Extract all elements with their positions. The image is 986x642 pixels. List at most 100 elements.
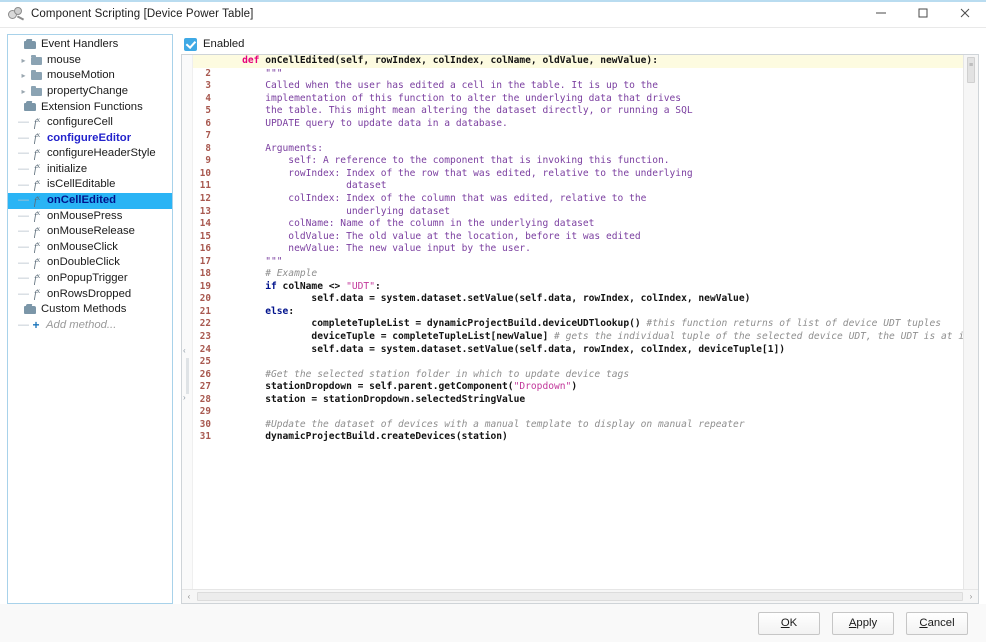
- editor-horizontal-scrollbar-thumb[interactable]: [197, 592, 963, 601]
- tree-item-onmousepress[interactable]: — fx onMousePress: [8, 209, 172, 225]
- code-line-text: [219, 406, 963, 419]
- code-line[interactable]: 14 colName: Name of the column in the un…: [193, 218, 963, 231]
- code-editor-inner: ‹ › def onCellEdited(self, rowIndex, col…: [182, 55, 978, 589]
- tree-item-onmouseclick[interactable]: — fx onMouseClick: [8, 240, 172, 256]
- tree-item-onmouserelease[interactable]: — fx onMouseRelease: [8, 224, 172, 240]
- folder-open-icon: [23, 304, 38, 316]
- code-line[interactable]: 18 # Example: [193, 268, 963, 281]
- script-tree: Event Handlers ▸ mouse ▸ mouseMotion ▸ propert…: [8, 35, 172, 333]
- code-line[interactable]: 15 oldValue: The old value at the locati…: [193, 231, 963, 244]
- scroll-right-icon[interactable]: ›: [964, 592, 978, 601]
- fold-expand-icon[interactable]: ›: [183, 394, 186, 402]
- code-line[interactable]: 3 Called when the user has edited a cell…: [193, 80, 963, 93]
- code-line[interactable]: 9 self: A reference to the component tha…: [193, 155, 963, 168]
- code-line[interactable]: 29: [193, 406, 963, 419]
- code-line[interactable]: 16 newValue: The new value input by the …: [193, 243, 963, 256]
- line-number: 23: [199, 331, 211, 343]
- ok-button[interactable]: OK: [758, 611, 820, 635]
- code-line[interactable]: 2 """: [193, 68, 963, 81]
- chevron-right-icon[interactable]: ▸: [18, 87, 29, 96]
- code-line[interactable]: 22 completeTupleList = dynamicProjectBui…: [193, 318, 963, 331]
- tree-branch-line: —: [18, 209, 29, 222]
- tree-item-onrowsdropped[interactable]: — fx onRowsDropped: [8, 287, 172, 303]
- code-fold-gutter[interactable]: ‹ ›: [182, 55, 193, 589]
- tree-item-extension-functions[interactable]: Extension Functions: [8, 99, 172, 115]
- tree-item-propertychange[interactable]: ▸ propertyChange: [8, 84, 172, 100]
- code-line[interactable]: 25: [193, 356, 963, 369]
- code-line[interactable]: 20 self.data = system.dataset.setValue(s…: [193, 293, 963, 306]
- code-line[interactable]: 6 UPDATE query to update data in a datab…: [193, 118, 963, 131]
- code-line[interactable]: 27 stationDropdown = self.parent.getComp…: [193, 381, 963, 394]
- code-line-text: self: A reference to the component that …: [219, 155, 670, 167]
- code-line[interactable]: 12 colIndex: Index of the column that wa…: [193, 193, 963, 206]
- code-line[interactable]: 24 self.data = system.dataset.setValue(s…: [193, 344, 963, 357]
- tree-item-iscelleditable[interactable]: — fx isCellEditable: [8, 177, 172, 193]
- editor-horizontal-scrollbar[interactable]: ‹ ›: [182, 589, 978, 603]
- tree-item-onpopuptrigger[interactable]: — fx onPopupTrigger: [8, 271, 172, 287]
- code-line[interactable]: 28 station = stationDropdown.selectedStr…: [193, 394, 963, 407]
- code-line[interactable]: def onCellEdited(self, rowIndex, colInde…: [193, 55, 963, 68]
- tree-item-configureheaderstyle[interactable]: — fx configureHeaderStyle: [8, 146, 172, 162]
- tree-item-configureeditor[interactable]: — fx configureEditor: [8, 131, 172, 147]
- chevron-right-icon[interactable]: ▸: [18, 71, 29, 80]
- code-line-text: station = stationDropdown.selectedString…: [219, 393, 526, 405]
- cancel-button[interactable]: Cancel: [906, 611, 968, 635]
- code-line-text: deviceTuple = completeTupleList[newValue…: [219, 331, 963, 343]
- code-line[interactable]: 4 implementation of this function to alt…: [193, 93, 963, 106]
- title-bar: Component Scripting [Device Power Table]: [0, 0, 986, 28]
- tree-item-add-method[interactable]: — + Add method...: [8, 318, 172, 334]
- fold-collapse-icon[interactable]: ‹: [183, 347, 186, 355]
- code-line-text: oldValue: The old value at the location,…: [219, 230, 641, 242]
- tree-item-mousemotion[interactable]: ▸ mouseMotion: [8, 68, 172, 84]
- line-number: 28: [199, 393, 211, 405]
- code-line-text: [219, 130, 963, 143]
- line-number: 30: [199, 418, 211, 430]
- code-line[interactable]: 21 else:: [193, 306, 963, 319]
- code-line[interactable]: 8 Arguments:: [193, 143, 963, 156]
- code-text-area[interactable]: def onCellEdited(self, rowIndex, colInde…: [193, 55, 963, 589]
- tree-item-ondoubleclick[interactable]: — fx onDoubleClick: [8, 255, 172, 271]
- maximize-button[interactable]: [902, 0, 944, 27]
- folder-closed-icon: [29, 86, 44, 98]
- code-line[interactable]: 26 #Get the selected station folder in w…: [193, 369, 963, 382]
- editor-vertical-scrollbar[interactable]: [963, 55, 978, 589]
- function-icon: fx: [33, 162, 41, 176]
- close-button[interactable]: [944, 0, 986, 27]
- code-line[interactable]: 23 deviceTuple = completeTupleList[newVa…: [193, 331, 963, 344]
- code-line[interactable]: 10 rowIndex: Index of the row that was e…: [193, 168, 963, 181]
- minimize-button[interactable]: [860, 0, 902, 27]
- code-line-text: """: [219, 67, 283, 79]
- dialog-body: Event Handlers ▸ mouse ▸ mouseMotion ▸ propert…: [0, 28, 986, 604]
- tree-item-custom-methods[interactable]: Custom Methods: [8, 302, 172, 318]
- apply-button[interactable]: Apply: [832, 611, 894, 635]
- tree-item-initialize[interactable]: — fx initialize: [8, 162, 172, 178]
- tree-item-mouse[interactable]: ▸ mouse: [8, 53, 172, 69]
- tree-item-oncelledited[interactable]: — fx onCellEdited: [8, 192, 172, 209]
- code-line-text: def onCellEdited(self, rowIndex, colInde…: [242, 55, 658, 66]
- code-line-text: rowIndex: Index of the row that was edit…: [219, 167, 693, 179]
- code-line-text: implementation of this function to alter…: [219, 92, 682, 104]
- tree-item-event-handlers[interactable]: Event Handlers: [8, 37, 172, 53]
- code-line[interactable]: 11 dataset: [193, 180, 963, 193]
- code-line[interactable]: 31 dynamicProjectBuild.createDevices(sta…: [193, 431, 963, 444]
- code-line-text: Arguments:: [219, 142, 323, 154]
- code-line[interactable]: 7: [193, 130, 963, 143]
- tree-item-configurecell[interactable]: — fx configureCell: [8, 115, 172, 131]
- code-line[interactable]: 13 underlying dataset: [193, 206, 963, 219]
- dialog-footer: O K Apply Cancel: [0, 604, 986, 642]
- editor-vertical-scrollbar-thumb[interactable]: [967, 57, 975, 83]
- tree-item-label: onMouseClick: [47, 240, 118, 253]
- line-number: 26: [199, 368, 211, 380]
- function-icon: fx: [33, 177, 41, 192]
- scroll-left-icon[interactable]: ‹: [182, 592, 196, 601]
- code-line-text: colName: Name of the column in the under…: [219, 218, 595, 230]
- code-line[interactable]: 30 #Update the dataset of devices with a…: [193, 419, 963, 432]
- line-number: 25: [199, 356, 211, 368]
- code-line[interactable]: 17 """: [193, 256, 963, 269]
- line-number: 8: [205, 142, 211, 154]
- code-line[interactable]: 5 the table. This might mean altering th…: [193, 105, 963, 118]
- chevron-right-icon[interactable]: ▸: [18, 56, 29, 65]
- code-line[interactable]: 19 if colName <> "UDT":: [193, 281, 963, 294]
- line-number: 27: [199, 381, 211, 393]
- enabled-checkbox[interactable]: [184, 37, 197, 51]
